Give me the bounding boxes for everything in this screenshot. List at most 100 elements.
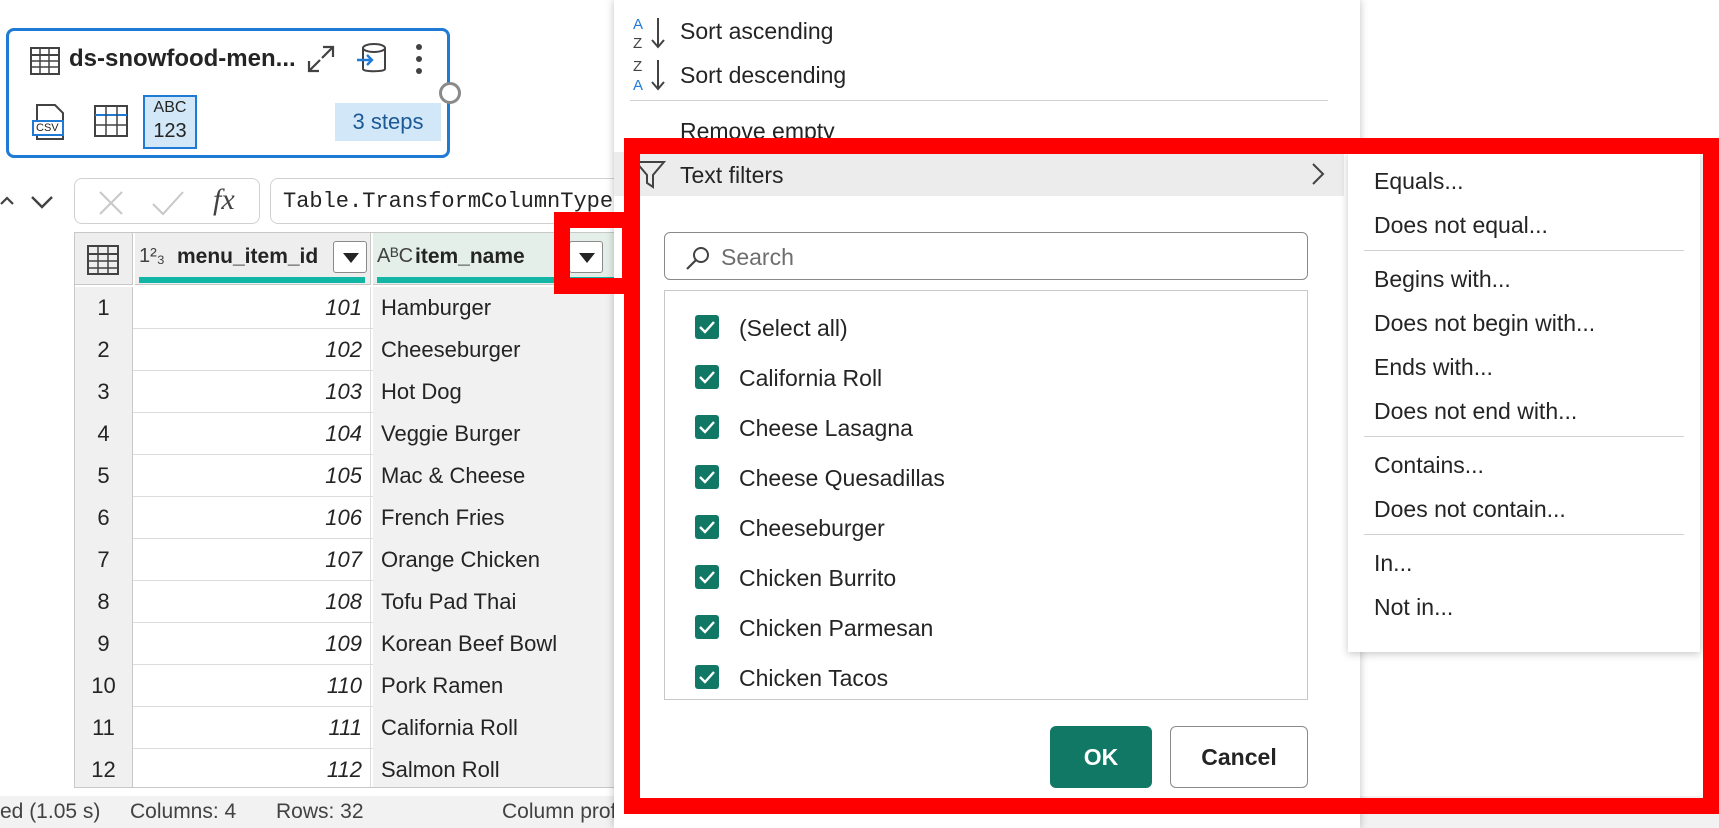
cancel-button[interactable]: Cancel [1170, 726, 1308, 788]
row-number[interactable]: 12 [75, 749, 133, 787]
text-filter-option[interactable]: Does not end with... [1348, 390, 1700, 430]
select-all-option[interactable]: (Select all) [665, 303, 1305, 353]
filter-value-option[interactable]: Chicken Parmesan [665, 603, 1305, 653]
cell-item-name[interactable]: California Roll [373, 707, 619, 749]
table-step-icon[interactable] [93, 103, 129, 139]
cell-menu-item-id[interactable]: 104 [135, 413, 371, 455]
row-number[interactable]: 10 [75, 665, 133, 707]
connection-handle[interactable] [439, 82, 461, 104]
csv-icon[interactable]: CSV [31, 103, 69, 141]
cell-menu-item-id[interactable]: 106 [135, 497, 371, 539]
text-type-icon[interactable]: AᴮC [377, 245, 413, 268]
text-filter-option[interactable]: Begins with... [1348, 258, 1700, 298]
cell-item-name[interactable]: Mac & Cheese [373, 455, 619, 497]
text-filter-option[interactable]: Does not contain... [1348, 488, 1700, 528]
row-number[interactable]: 7 [75, 539, 133, 581]
checkbox-checked-icon[interactable] [695, 565, 719, 589]
cell-item-name[interactable]: Hamburger [373, 287, 619, 329]
row-number[interactable]: 8 [75, 581, 133, 623]
text-filter-option[interactable]: Equals... [1348, 160, 1700, 200]
row-number[interactable]: 1 [75, 287, 133, 329]
cell-menu-item-id[interactable]: 107 [135, 539, 371, 581]
cell-menu-item-id[interactable]: 110 [135, 665, 371, 707]
fx-icon[interactable]: fx [213, 183, 235, 217]
whole-number-type-icon[interactable]: 1²₃ [139, 245, 165, 268]
checkbox-checked-icon[interactable] [695, 415, 719, 439]
text-filter-option[interactable]: Not in... [1348, 586, 1700, 626]
checkbox-checked-icon[interactable] [695, 615, 719, 639]
row-number[interactable]: 3 [75, 371, 133, 413]
checkbox-checked-icon[interactable] [695, 365, 719, 389]
column-header-menu-item-id[interactable]: 1²₃ menu_item_id [135, 233, 371, 285]
cell-menu-item-id[interactable]: 111 [135, 707, 371, 749]
row-number[interactable]: 5 [75, 455, 133, 497]
table-row[interactable]: 12 112 Salmon Roll [75, 749, 619, 787]
filter-value-option[interactable]: Cheeseburger [665, 503, 1305, 553]
column-dropdown-button[interactable] [333, 241, 367, 273]
text-filter-option[interactable]: Does not begin with... [1348, 302, 1700, 342]
filter-search-input[interactable] [721, 241, 1281, 273]
text-filter-option[interactable]: Ends with... [1348, 346, 1700, 386]
table-row[interactable]: 7 107 Orange Chicken [75, 539, 619, 581]
cell-menu-item-id[interactable]: 101 [135, 287, 371, 329]
cell-item-name[interactable]: Veggie Burger [373, 413, 619, 455]
row-number[interactable]: 11 [75, 707, 133, 749]
table-row[interactable]: 9 109 Korean Beef Bowl [75, 623, 619, 665]
filter-value-option[interactable]: California Roll [665, 353, 1305, 403]
row-number[interactable]: 4 [75, 413, 133, 455]
ok-button[interactable]: OK [1050, 726, 1152, 788]
text-filter-option[interactable]: In... [1348, 542, 1700, 582]
table-row[interactable]: 3 103 Hot Dog [75, 371, 619, 413]
row-number[interactable]: 6 [75, 497, 133, 539]
table-row[interactable]: 1 101 Hamburger [75, 287, 619, 329]
formula-input[interactable]: Table.TransformColumnTypes( [270, 178, 630, 224]
cell-item-name[interactable]: Tofu Pad Thai [373, 581, 619, 623]
text-filter-option[interactable]: Contains... [1348, 444, 1700, 484]
cell-item-name[interactable]: French Fries [373, 497, 619, 539]
cell-item-name[interactable]: Korean Beef Bowl [373, 623, 619, 665]
more-options-icon[interactable] [413, 41, 425, 77]
filter-value-option[interactable]: Chicken Tacos [665, 653, 1305, 699]
remove-empty-item[interactable]: Remove empty [630, 112, 1330, 148]
table-row[interactable]: 6 106 French Fries [75, 497, 619, 539]
abc-123-icon[interactable]: ABC 123 [143, 95, 197, 149]
chevron-down-icon[interactable] [30, 194, 54, 210]
text-filter-option[interactable]: Does not equal... [1348, 204, 1700, 244]
checkbox-checked-icon[interactable] [695, 665, 719, 689]
cancel-formula-icon[interactable] [97, 189, 125, 217]
cell-menu-item-id[interactable]: 112 [135, 749, 371, 787]
column-dropdown-button[interactable] [569, 241, 603, 273]
sort-ascending-item[interactable]: A Z Sort ascending [630, 10, 1330, 52]
query-card[interactable]: ds-snowfood-men... CSV ABC 123 3 steps [6, 28, 450, 158]
filter-value-option[interactable]: Cheese Quesadillas [665, 453, 1305, 503]
text-filters-item[interactable]: Text filters [614, 152, 1344, 196]
table-row[interactable]: 11 111 California Roll [75, 707, 619, 749]
row-number[interactable]: 2 [75, 329, 133, 371]
checkbox-checked-icon[interactable] [695, 315, 719, 339]
table-row[interactable]: 5 105 Mac & Cheese [75, 455, 619, 497]
table-row[interactable]: 4 104 Veggie Burger [75, 413, 619, 455]
cell-item-name[interactable]: Orange Chicken [373, 539, 619, 581]
column-header-item-name[interactable]: AᴮC item_name [373, 233, 619, 285]
filter-search-box[interactable] [664, 232, 1308, 280]
cell-menu-item-id[interactable]: 103 [135, 371, 371, 413]
cell-menu-item-id[interactable]: 109 [135, 623, 371, 665]
table-row[interactable]: 2 102 Cheeseburger [75, 329, 619, 371]
table-row[interactable]: 10 110 Pork Ramen [75, 665, 619, 707]
expand-icon[interactable] [305, 43, 337, 75]
cell-menu-item-id[interactable]: 102 [135, 329, 371, 371]
table-row[interactable]: 8 108 Tofu Pad Thai [75, 581, 619, 623]
cell-item-name[interactable]: Salmon Roll [373, 749, 619, 787]
load-destination-icon[interactable] [355, 41, 389, 77]
row-number[interactable]: 9 [75, 623, 133, 665]
checkbox-checked-icon[interactable] [695, 465, 719, 489]
checkbox-checked-icon[interactable] [695, 515, 719, 539]
filter-value-option[interactable]: Chicken Burrito [665, 553, 1305, 603]
cell-item-name[interactable]: Hot Dog [373, 371, 619, 413]
chevron-up-icon[interactable] [0, 194, 14, 208]
cell-item-name[interactable]: Pork Ramen [373, 665, 619, 707]
cell-item-name[interactable]: Cheeseburger [373, 329, 619, 371]
cell-menu-item-id[interactable]: 108 [135, 581, 371, 623]
filter-value-option[interactable]: Cheese Lasagna [665, 403, 1305, 453]
steps-badge[interactable]: 3 steps [335, 103, 441, 141]
